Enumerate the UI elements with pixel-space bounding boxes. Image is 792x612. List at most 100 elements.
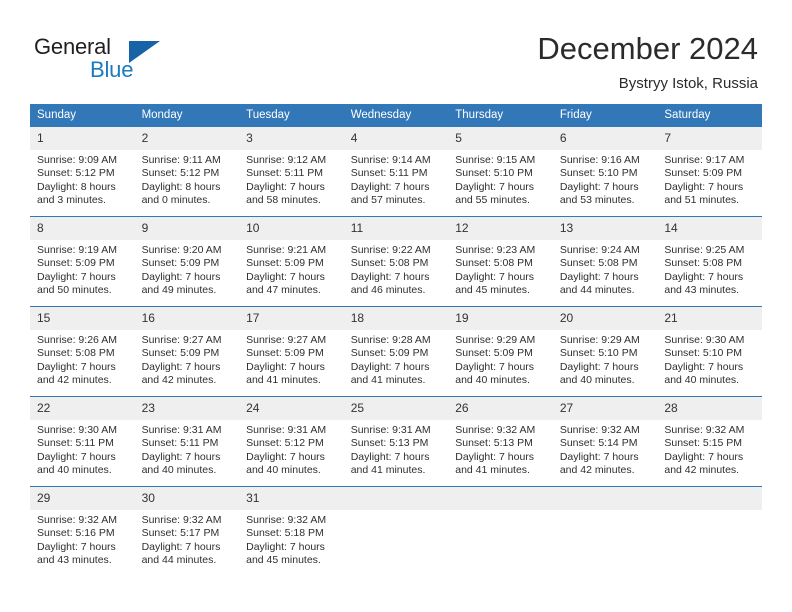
day-cell[interactable]: 13 Sunrise: 9:24 AM Sunset: 5:08 PM Dayligh…	[552, 216, 658, 307]
day-cell[interactable]: 28 Sunrise: 9:32 AM Sunset: 5:15 PM Dayligh…	[657, 396, 762, 487]
day-cell[interactable]: 16 Sunrise: 9:27 AM Sunset: 5:09 PM Dayligh…	[134, 306, 240, 397]
daylight-duration-line1: Daylight: 7 hours	[559, 180, 639, 193]
logo-text-blue: Blue	[90, 57, 134, 82]
day-cell[interactable]: 21 Sunrise: 9:30 AM Sunset: 5:10 PM Dayligh…	[657, 306, 762, 397]
day-number	[448, 487, 553, 510]
day-cell[interactable]: 26 Sunrise: 9:32 AM Sunset: 5:13 PM Dayligh…	[448, 396, 553, 487]
day-cell-inner: 17 Sunrise: 9:27 AM Sunset: 5:09 PM Dayligh…	[239, 307, 344, 396]
daylight-duration-line2: and 42 minutes.	[141, 374, 217, 387]
daylight-duration-line1: Daylight: 8 hours	[37, 180, 116, 193]
day-cell[interactable]: 9 Sunrise: 9:20 AM Sunset: 5:09 PM Daylight…	[134, 216, 240, 307]
day-cell[interactable]: 12 Sunrise: 9:23 AM Sunset: 5:08 PM Dayligh…	[448, 216, 553, 307]
sunset-time: Sunset: 5:10 PM	[559, 167, 638, 180]
daylight-duration-line1: Daylight: 7 hours	[141, 270, 221, 283]
daylight-duration-line1: Daylight: 7 hours	[664, 270, 744, 283]
day-cell[interactable]: 14 Sunrise: 9:25 AM Sunset: 5:08 PM Dayligh…	[657, 216, 762, 307]
day-cell-inner: 6 Sunrise: 9:16 AM Sunset: 5:10 PM Daylight…	[552, 127, 658, 216]
day-cell-inner: 1 Sunrise: 9:09 AM Sunset: 5:12 PM Daylight…	[30, 127, 135, 216]
daylight-duration-line2: and 50 minutes.	[37, 284, 112, 297]
day-number: 30	[134, 487, 240, 510]
day-cell[interactable]: 6 Sunrise: 9:16 AM Sunset: 5:10 PM Daylight…	[552, 127, 658, 217]
daylight-duration-line1: Daylight: 7 hours	[246, 270, 325, 283]
sunset-time: Sunset: 5:10 PM	[559, 347, 638, 360]
day-cell[interactable]: 29 Sunrise: 9:32 AM Sunset: 5:16 PM Dayligh…	[30, 486, 135, 576]
day-cell[interactable]: 7 Sunrise: 9:17 AM Sunset: 5:09 PM Daylight…	[657, 127, 762, 217]
day-cell-inner: 21 Sunrise: 9:30 AM Sunset: 5:10 PM Dayligh…	[657, 307, 762, 396]
daylight-duration-line2: and 0 minutes.	[141, 194, 211, 207]
day-details: Sunrise: 9:30 AM Sunset: 5:11 PM Daylight:…	[30, 420, 135, 478]
sunset-time: Sunset: 5:09 PM	[246, 347, 324, 360]
day-details: Sunrise: 9:19 AM Sunset: 5:09 PM Daylight:…	[30, 240, 135, 298]
sunset-time: Sunset: 5:13 PM	[350, 437, 429, 450]
sunset-time: Sunset: 5:16 PM	[37, 527, 115, 540]
sunrise-time: Sunrise: 9:29 AM	[559, 334, 640, 346]
daylight-duration-line2: and 42 minutes.	[37, 374, 112, 387]
day-cell[interactable]: 23 Sunrise: 9:31 AM Sunset: 5:11 PM Dayligh…	[134, 396, 240, 487]
day-cell[interactable]: 4 Sunrise: 9:14 AM Sunset: 5:11 PM Daylight…	[343, 127, 449, 217]
day-cell[interactable]: 31 Sunrise: 9:32 AM Sunset: 5:18 PM Dayligh…	[239, 486, 344, 576]
day-cell[interactable]: 18 Sunrise: 9:28 AM Sunset: 5:09 PM Dayligh…	[343, 306, 449, 397]
day-cell[interactable]: 2 Sunrise: 9:11 AM Sunset: 5:12 PM Daylight…	[134, 127, 240, 217]
daylight-duration-line1: Daylight: 7 hours	[455, 360, 535, 373]
sunrise-time: Sunrise: 9:31 AM	[246, 424, 327, 436]
day-number: 20	[552, 307, 658, 330]
general-blue-logo[interactable]: General Blue	[34, 34, 214, 86]
daylight-duration-line2: and 44 minutes.	[559, 284, 635, 297]
page-subtitle: Bystryy Istok, Russia	[618, 75, 758, 92]
day-cell[interactable]: 25 Sunrise: 9:31 AM Sunset: 5:13 PM Dayligh…	[343, 396, 449, 487]
day-cell-inner: 9 Sunrise: 9:20 AM Sunset: 5:09 PM Daylight…	[134, 217, 240, 306]
sunrise-time: Sunrise: 9:32 AM	[246, 514, 327, 526]
sunset-time: Sunset: 5:10 PM	[664, 347, 743, 360]
day-number: 23	[134, 397, 240, 420]
day-cell-inner: 31 Sunrise: 9:32 AM Sunset: 5:18 PM Dayligh…	[239, 487, 344, 576]
day-number: 4	[343, 127, 449, 150]
day-cell[interactable]: 24 Sunrise: 9:31 AM Sunset: 5:12 PM Dayligh…	[239, 396, 344, 487]
day-number: 22	[30, 397, 135, 420]
day-cell[interactable]: 10 Sunrise: 9:21 AM Sunset: 5:09 PM Dayligh…	[239, 216, 344, 307]
day-details: Sunrise: 9:15 AM Sunset: 5:10 PM Daylight:…	[448, 150, 553, 208]
day-cell[interactable]: 22 Sunrise: 9:30 AM Sunset: 5:11 PM Dayligh…	[30, 396, 135, 487]
daylight-duration-line2: and 57 minutes.	[350, 194, 426, 207]
day-cell[interactable]: 17 Sunrise: 9:27 AM Sunset: 5:09 PM Dayligh…	[239, 306, 344, 397]
sunrise-time: Sunrise: 9:27 AM	[141, 334, 222, 346]
day-cell[interactable]: 20 Sunrise: 9:29 AM Sunset: 5:10 PM Dayligh…	[552, 306, 658, 397]
daylight-duration-line1: Daylight: 7 hours	[37, 540, 116, 553]
day-cell[interactable]: 19 Sunrise: 9:29 AM Sunset: 5:09 PM Dayligh…	[448, 306, 553, 397]
daylight-duration-line1: Daylight: 7 hours	[350, 450, 430, 463]
day-details: Sunrise: 9:24 AM Sunset: 5:08 PM Daylight:…	[553, 240, 658, 298]
day-number: 28	[657, 397, 762, 420]
day-details: Sunrise: 9:29 AM Sunset: 5:10 PM Daylight:…	[553, 330, 658, 388]
sunrise-time: Sunrise: 9:30 AM	[37, 424, 117, 436]
day-cell-empty	[657, 486, 762, 576]
day-cell[interactable]: 11 Sunrise: 9:22 AM Sunset: 5:08 PM Dayligh…	[343, 216, 449, 307]
day-cell-empty	[552, 486, 658, 576]
day-number: 3	[239, 127, 344, 150]
day-details: Sunrise: 9:32 AM Sunset: 5:14 PM Daylight:…	[553, 420, 658, 478]
weekday-header-wednesday: Wednesday	[343, 104, 449, 127]
day-cell[interactable]: 27 Sunrise: 9:32 AM Sunset: 5:14 PM Dayligh…	[552, 396, 658, 487]
day-cell[interactable]: 1 Sunrise: 9:09 AM Sunset: 5:12 PM Daylight…	[30, 127, 135, 217]
day-cell[interactable]: 3 Sunrise: 9:12 AM Sunset: 5:11 PM Daylight…	[239, 127, 344, 217]
daylight-duration-line1: Daylight: 7 hours	[246, 360, 325, 373]
daylight-duration-line2: and 40 minutes.	[559, 374, 635, 387]
day-cell[interactable]: 8 Sunrise: 9:19 AM Sunset: 5:09 PM Daylight…	[30, 216, 135, 307]
day-details: Sunrise: 9:22 AM Sunset: 5:08 PM Daylight:…	[344, 240, 449, 298]
sunrise-time: Sunrise: 9:32 AM	[664, 424, 745, 436]
day-details: Sunrise: 9:32 AM Sunset: 5:17 PM Daylight:…	[135, 510, 240, 568]
weekday-header-saturday: Saturday	[657, 104, 762, 127]
day-number: 31	[239, 487, 344, 510]
day-details: Sunrise: 9:31 AM Sunset: 5:12 PM Daylight:…	[239, 420, 344, 478]
day-number: 25	[343, 397, 449, 420]
day-cell[interactable]: 15 Sunrise: 9:26 AM Sunset: 5:08 PM Dayligh…	[30, 306, 135, 397]
sunrise-time: Sunrise: 9:32 AM	[141, 514, 222, 526]
daylight-duration-line1: Daylight: 7 hours	[246, 450, 325, 463]
sunset-time: Sunset: 5:11 PM	[246, 167, 323, 180]
day-cell[interactable]: 30 Sunrise: 9:32 AM Sunset: 5:17 PM Dayligh…	[134, 486, 240, 576]
daylight-duration-line1: Daylight: 7 hours	[559, 450, 639, 463]
day-cell-inner: 10 Sunrise: 9:21 AM Sunset: 5:09 PM Dayligh…	[239, 217, 344, 306]
sunset-time: Sunset: 5:14 PM	[559, 437, 638, 450]
daylight-duration-line2: and 40 minutes.	[455, 374, 530, 387]
day-cell[interactable]: 5 Sunrise: 9:15 AM Sunset: 5:10 PM Daylight…	[448, 127, 553, 217]
sunset-time: Sunset: 5:09 PM	[664, 167, 743, 180]
day-details: Sunrise: 9:17 AM Sunset: 5:09 PM Daylight:…	[657, 150, 762, 208]
